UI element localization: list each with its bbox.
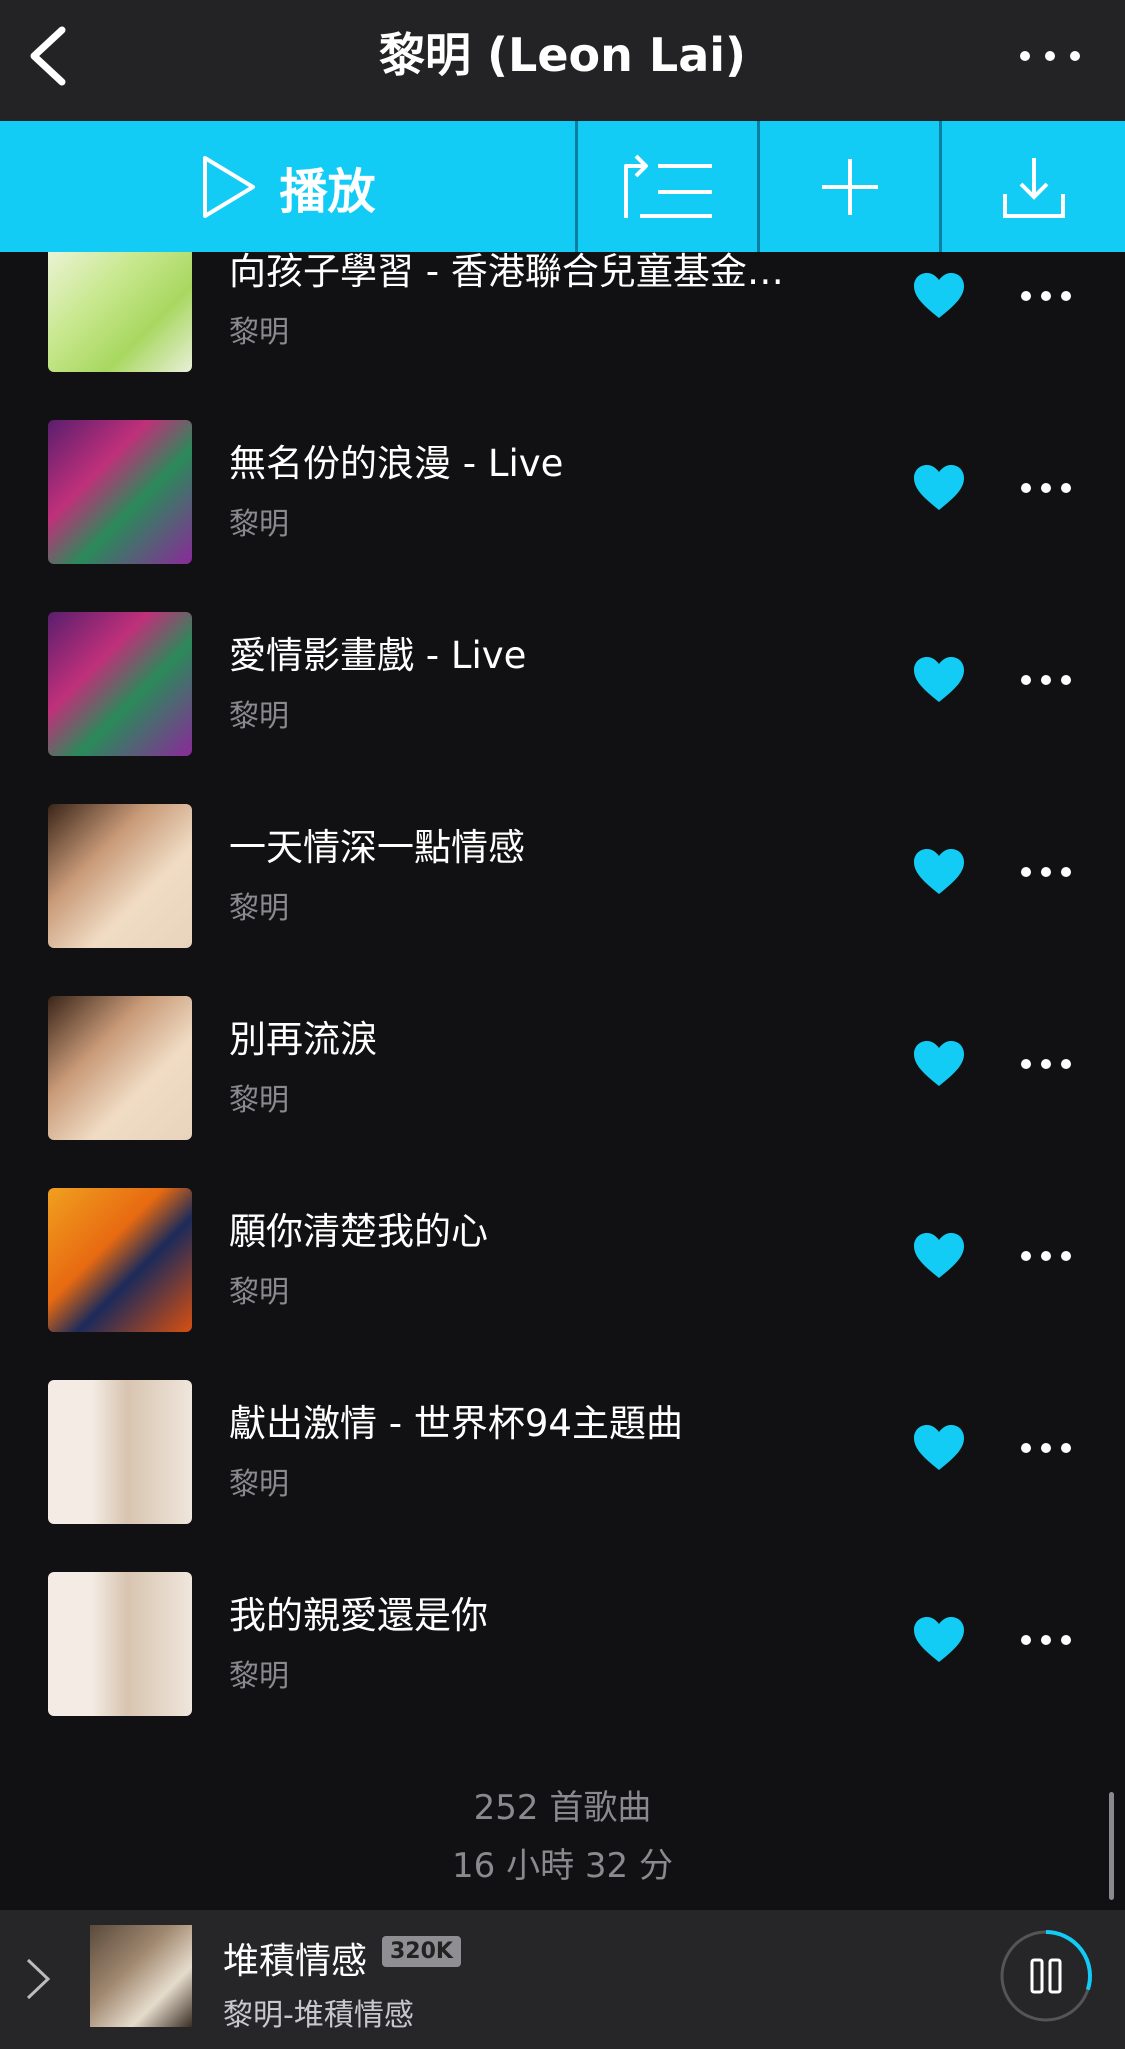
liked-heart-icon[interactable] — [912, 656, 966, 704]
song-more-icon[interactable] — [1020, 1248, 1072, 1264]
song-title: 我的親愛還是你 — [229, 1594, 488, 1637]
song-artist: 黎明 — [229, 315, 289, 350]
song-row[interactable]: 願你清楚我的心 黎明 — [0, 1171, 1125, 1363]
download-icon — [1002, 157, 1065, 218]
now-playing-subtitle: 黎明-堆積情感 — [223, 1998, 414, 2033]
liked-heart-icon[interactable] — [912, 272, 966, 320]
song-more-icon[interactable] — [1020, 1632, 1072, 1648]
list-sort-icon — [623, 154, 712, 218]
scrollbar[interactable] — [1109, 1792, 1114, 1900]
quality-badge: 320K — [382, 1936, 461, 1967]
add-to-playlist-button[interactable] — [760, 121, 942, 252]
song-title: 愛情影畫戲 - Live — [229, 634, 527, 677]
album-cover — [48, 252, 192, 372]
liked-heart-icon[interactable] — [912, 464, 966, 512]
song-title: 別再流淚 — [229, 1018, 377, 1061]
song-more-icon[interactable] — [1020, 1440, 1072, 1456]
page-title: 黎明 (Leon Lai) — [378, 28, 747, 82]
song-row[interactable]: 獻出激情 - 世界杯94主題曲 黎明 — [0, 1363, 1125, 1555]
liked-heart-icon[interactable] — [912, 848, 966, 896]
album-cover — [48, 1188, 192, 1332]
song-artist: 黎明 — [229, 1083, 289, 1118]
pause-icon — [1030, 1958, 1044, 1994]
song-count: 252 首歌曲 — [473, 1788, 652, 1828]
action-bar: 播放 — [0, 121, 1125, 252]
song-row[interactable]: 向孩子學習 - 香港聯合兒童基金… 黎明 — [0, 252, 1125, 403]
now-playing-cover — [90, 1925, 192, 2027]
song-list: 向孩子學習 - 香港聯合兒童基金… 黎明 無名份的浪漫 - Live 黎明 愛情… — [0, 252, 1125, 1910]
pause-button[interactable] — [998, 1928, 1094, 2024]
song-row[interactable]: 無名份的浪漫 - Live 黎明 — [0, 403, 1125, 595]
play-all-button[interactable]: 播放 — [0, 121, 578, 252]
album-cover — [48, 996, 192, 1140]
song-artist: 黎明 — [229, 507, 289, 542]
song-more-icon[interactable] — [1020, 864, 1072, 880]
now-playing-title: 堆積情感 — [223, 1941, 368, 1982]
song-title: 願你清楚我的心 — [229, 1210, 488, 1253]
song-row[interactable]: 一天情深一點情感 黎明 — [0, 787, 1125, 979]
song-more-icon[interactable] — [1020, 672, 1072, 688]
album-cover — [48, 420, 192, 564]
manage-list-button[interactable] — [578, 121, 760, 252]
song-row[interactable]: 我的親愛還是你 黎明 — [0, 1555, 1125, 1747]
song-artist: 黎明 — [229, 1659, 289, 1694]
play-icon — [203, 155, 256, 218]
album-cover — [48, 1380, 192, 1524]
song-more-icon[interactable] — [1020, 288, 1072, 304]
mini-player[interactable]: 堆積情感 320K 黎明-堆積情感 — [0, 1910, 1125, 2049]
liked-heart-icon[interactable] — [912, 1040, 966, 1088]
album-cover — [48, 804, 192, 948]
song-title: 無名份的浪漫 - Live — [229, 442, 564, 485]
song-artist: 黎明 — [229, 1467, 289, 1502]
album-cover — [48, 1572, 192, 1716]
liked-heart-icon[interactable] — [912, 1232, 966, 1280]
more-options-icon[interactable] — [1015, 38, 1085, 74]
nav-bar: 黎明 (Leon Lai) — [0, 0, 1125, 121]
play-all-label: 播放 — [279, 163, 376, 220]
song-more-icon[interactable] — [1020, 480, 1072, 496]
song-artist: 黎明 — [229, 1275, 289, 1310]
liked-heart-icon[interactable] — [912, 1424, 966, 1472]
liked-heart-icon[interactable] — [912, 1616, 966, 1664]
total-duration: 16 小時 32 分 — [452, 1846, 673, 1886]
song-more-icon[interactable] — [1020, 1056, 1072, 1072]
song-title: 向孩子學習 - 香港聯合兒童基金… — [229, 252, 784, 293]
song-row[interactable]: 愛情影畫戲 - Live 黎明 — [0, 595, 1125, 787]
song-artist: 黎明 — [229, 699, 289, 734]
chevron-right-icon[interactable] — [22, 1956, 52, 2002]
song-title: 獻出激情 - 世界杯94主題曲 — [229, 1402, 683, 1445]
song-title: 一天情深一點情感 — [229, 826, 525, 869]
download-button[interactable] — [942, 121, 1125, 252]
album-cover — [48, 612, 192, 756]
plus-icon — [821, 158, 878, 215]
song-artist: 黎明 — [229, 891, 289, 926]
song-row[interactable]: 別再流淚 黎明 — [0, 979, 1125, 1171]
